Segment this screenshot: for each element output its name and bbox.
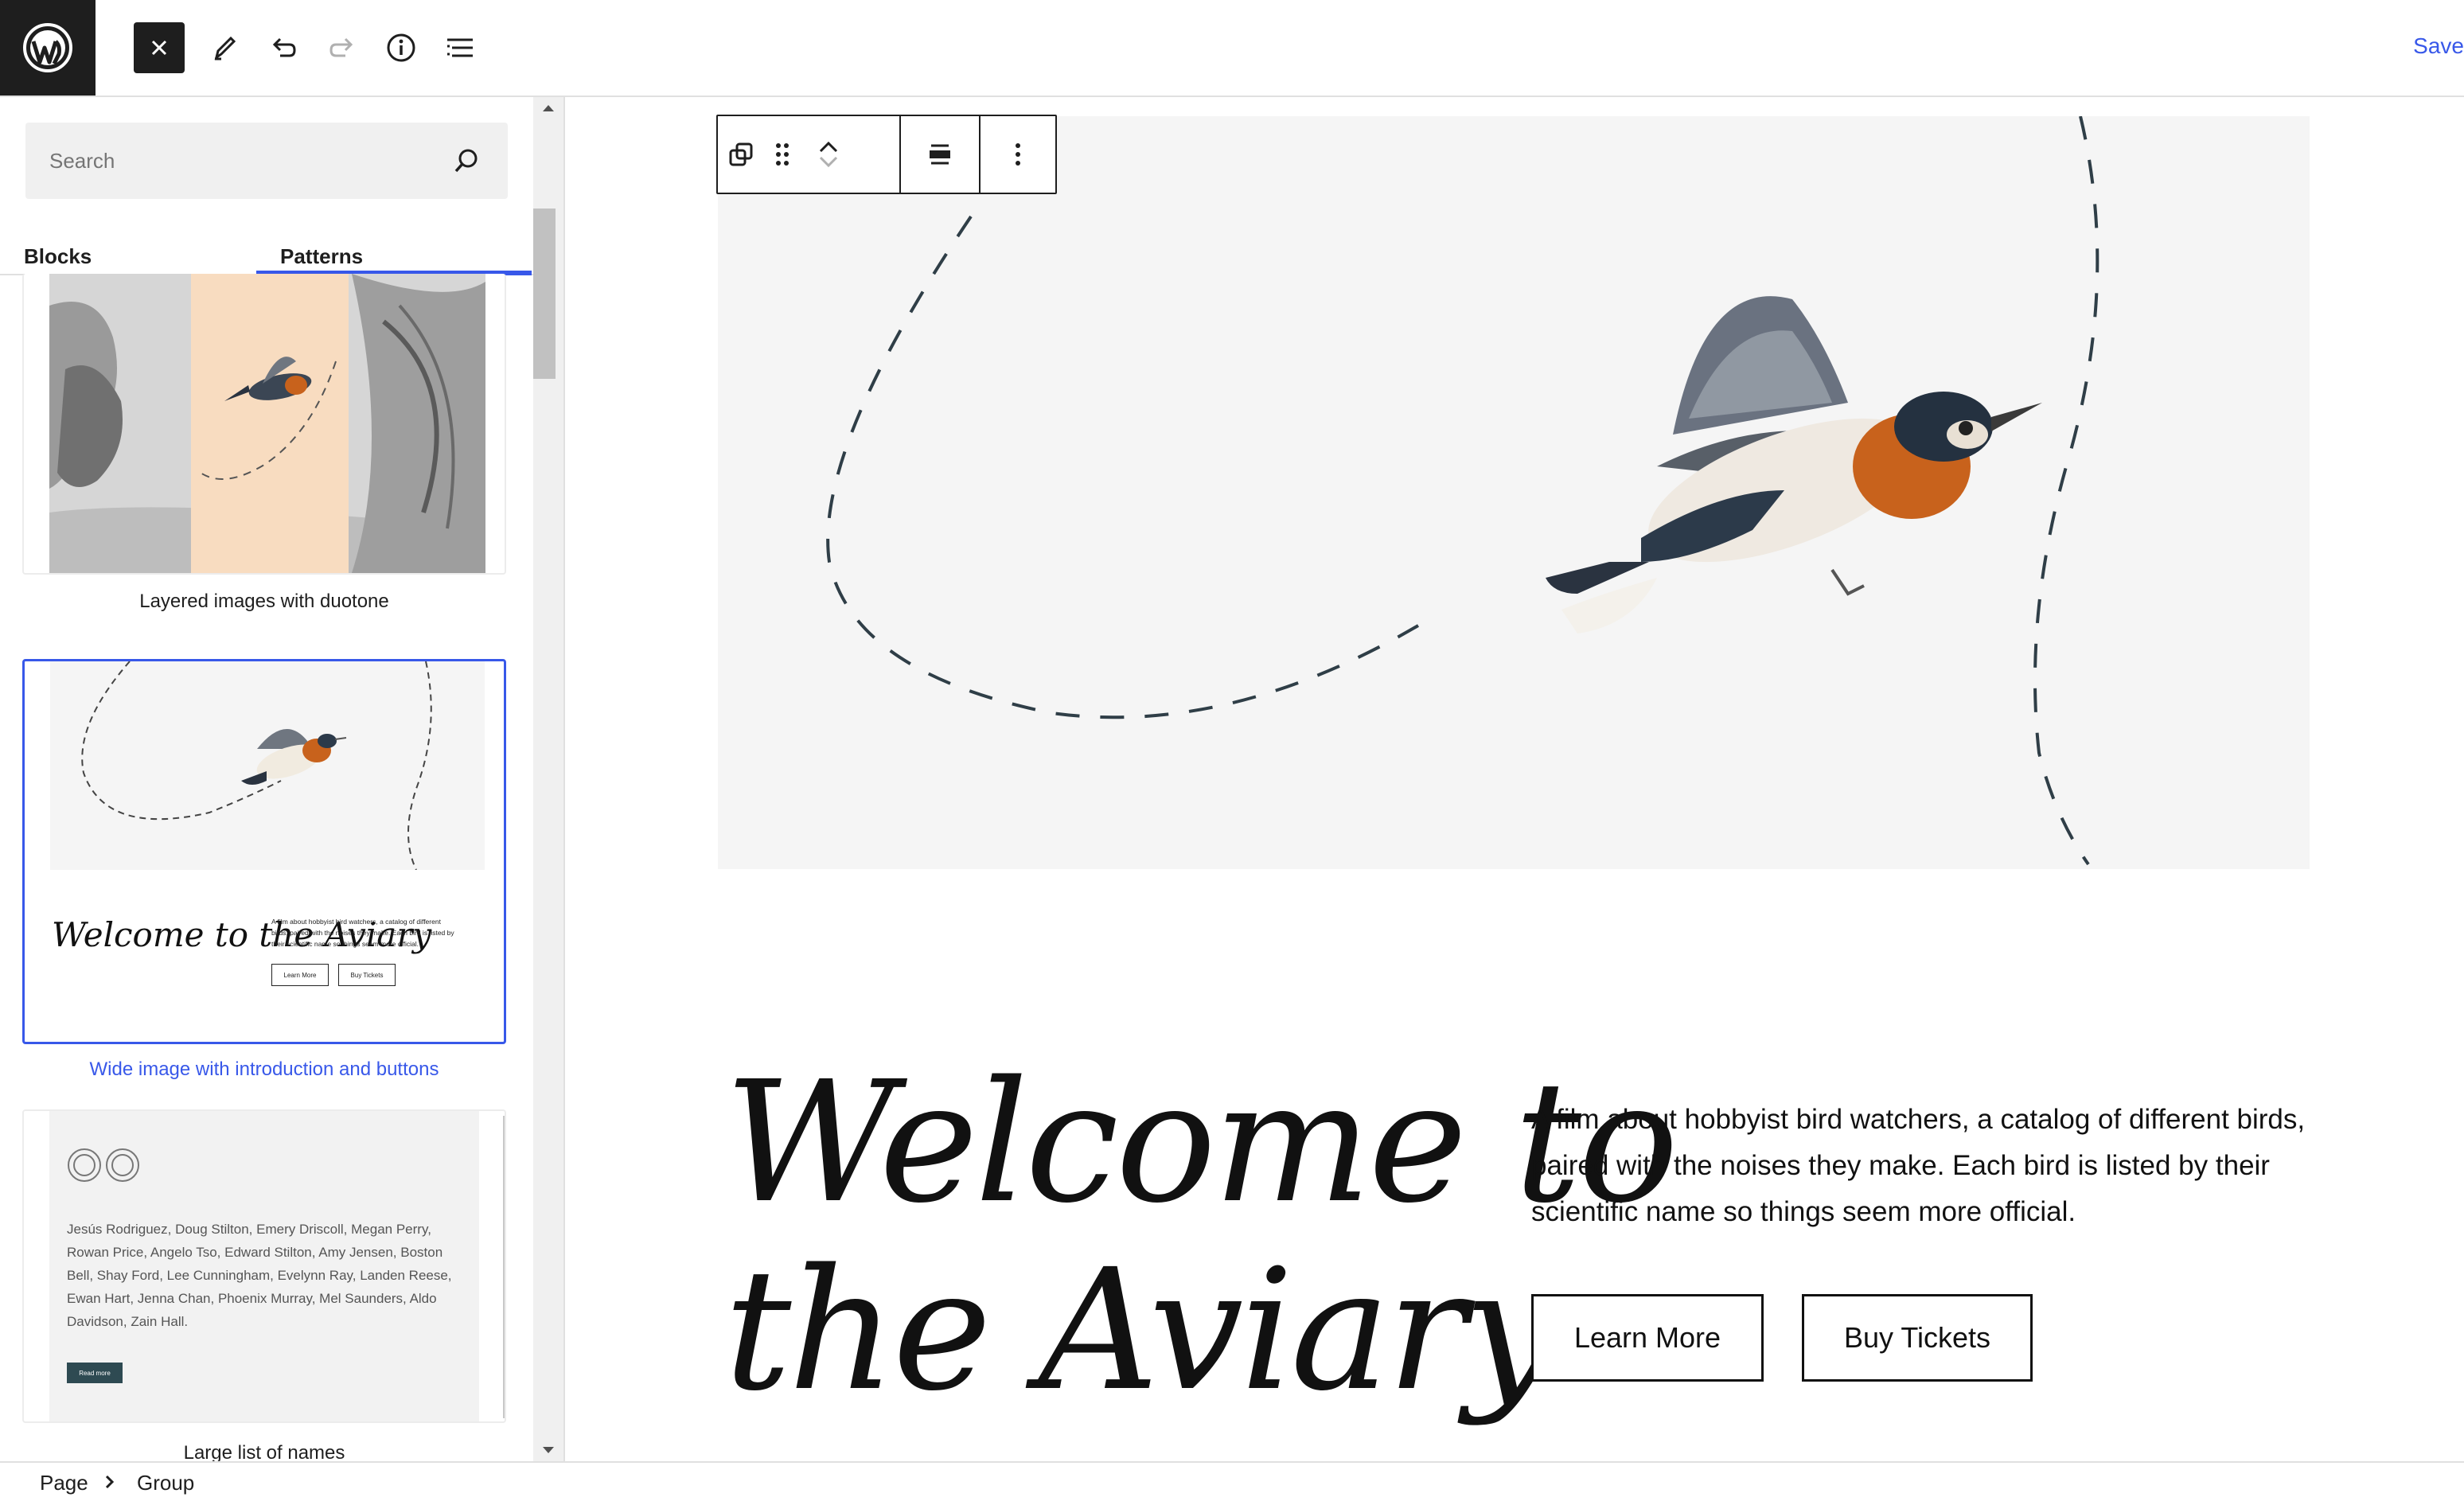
scroll-up-icon[interactable] xyxy=(541,103,556,113)
preview-learn-more: Learn More xyxy=(271,964,329,986)
transform-block-button[interactable] xyxy=(718,116,764,193)
tab-blocks[interactable]: Blocks xyxy=(24,216,92,274)
breadcrumb: Page Group xyxy=(0,1461,2464,1501)
wordpress-icon xyxy=(23,23,72,72)
preview-intro: A film about hobbyist bird watchers, a c… xyxy=(271,918,454,948)
chevron-right-icon xyxy=(105,1475,115,1489)
undo-icon xyxy=(272,37,296,57)
close-inserter-button[interactable] xyxy=(134,22,185,73)
search-input[interactable] xyxy=(25,123,463,199)
pattern-large-list[interactable]: Jesús Rodriguez, Doug Stilton, Emery Dri… xyxy=(22,1109,506,1423)
tools-button[interactable] xyxy=(199,22,250,73)
bird-image xyxy=(826,115,2099,866)
list-view-button[interactable] xyxy=(435,22,485,73)
bird-illustration xyxy=(1546,296,2042,634)
details-button[interactable] xyxy=(376,22,427,73)
tab-patterns[interactable]: Patterns xyxy=(256,216,532,274)
save-button[interactable]: Save xyxy=(2413,33,2464,59)
pattern-layered-images[interactable] xyxy=(22,274,506,575)
pencil-icon xyxy=(214,36,236,60)
pattern-preview: Jesús Rodriguez, Doug Stilton, Emery Dri… xyxy=(49,1111,479,1421)
bird-image xyxy=(81,661,432,870)
editor-header: Save xyxy=(0,0,2464,97)
close-icon xyxy=(151,40,167,56)
move-up-icon[interactable] xyxy=(817,138,840,154)
inserter-tabs: Blocks Patterns xyxy=(0,216,533,275)
sidebar-scrollbar-thumb[interactable] xyxy=(533,209,556,379)
binoculars-icon xyxy=(68,1148,139,1182)
inserter-sidebar: Blocks Patterns Layered images with xyxy=(0,97,565,1461)
pattern-label: Layered images with duotone xyxy=(139,591,389,612)
preview-read-more: Read more xyxy=(67,1363,123,1383)
duplicate-icon xyxy=(729,142,753,166)
paragraph-block[interactable]: A film about hobbyist bird watchers, a c… xyxy=(1531,1097,2327,1235)
undo-button[interactable] xyxy=(258,22,309,73)
more-options-button[interactable] xyxy=(981,116,1055,193)
info-icon xyxy=(387,33,415,62)
pattern-preview-image xyxy=(50,661,485,870)
align-button[interactable] xyxy=(901,116,979,193)
pattern-label-selected: Wide image with introduction and buttons xyxy=(89,1058,439,1080)
breadcrumb-group[interactable]: Group xyxy=(137,1471,194,1495)
buy-tickets-button[interactable]: Buy Tickets xyxy=(1802,1294,2033,1382)
block-toolbar xyxy=(716,115,1057,194)
search-box xyxy=(25,123,508,199)
move-buttons xyxy=(801,116,856,193)
learn-more-button[interactable]: Learn More xyxy=(1531,1294,1764,1382)
align-icon xyxy=(930,144,950,165)
search-icon xyxy=(454,149,478,173)
preview-buy-tickets: Buy Tickets xyxy=(338,964,396,986)
preview-names: Jesús Rodriguez, Doug Stilton, Emery Dri… xyxy=(67,1222,452,1329)
breadcrumb-page[interactable]: Page xyxy=(40,1471,88,1495)
pattern-wide-image[interactable]: Welcome to the Aviary A film about hobby… xyxy=(22,659,506,1044)
drag-handle-icon xyxy=(776,143,789,166)
move-down-icon[interactable] xyxy=(817,154,840,170)
duotone-images xyxy=(49,274,485,573)
pattern-preview xyxy=(49,274,485,573)
wordpress-logo[interactable] xyxy=(0,0,96,96)
list-view-icon xyxy=(447,38,473,57)
preview-scrollbar xyxy=(503,1116,505,1418)
drag-handle[interactable] xyxy=(764,116,801,193)
editor-canvas: Welcome to the Aviary A film about hobby… xyxy=(565,97,2464,1461)
redo-button[interactable] xyxy=(317,22,368,73)
pattern-label: Large list of names xyxy=(183,1442,345,1461)
hero-image-block[interactable] xyxy=(718,115,2310,869)
redo-icon xyxy=(329,37,353,57)
scroll-down-icon[interactable] xyxy=(541,1445,556,1455)
more-options-icon xyxy=(1016,143,1020,166)
